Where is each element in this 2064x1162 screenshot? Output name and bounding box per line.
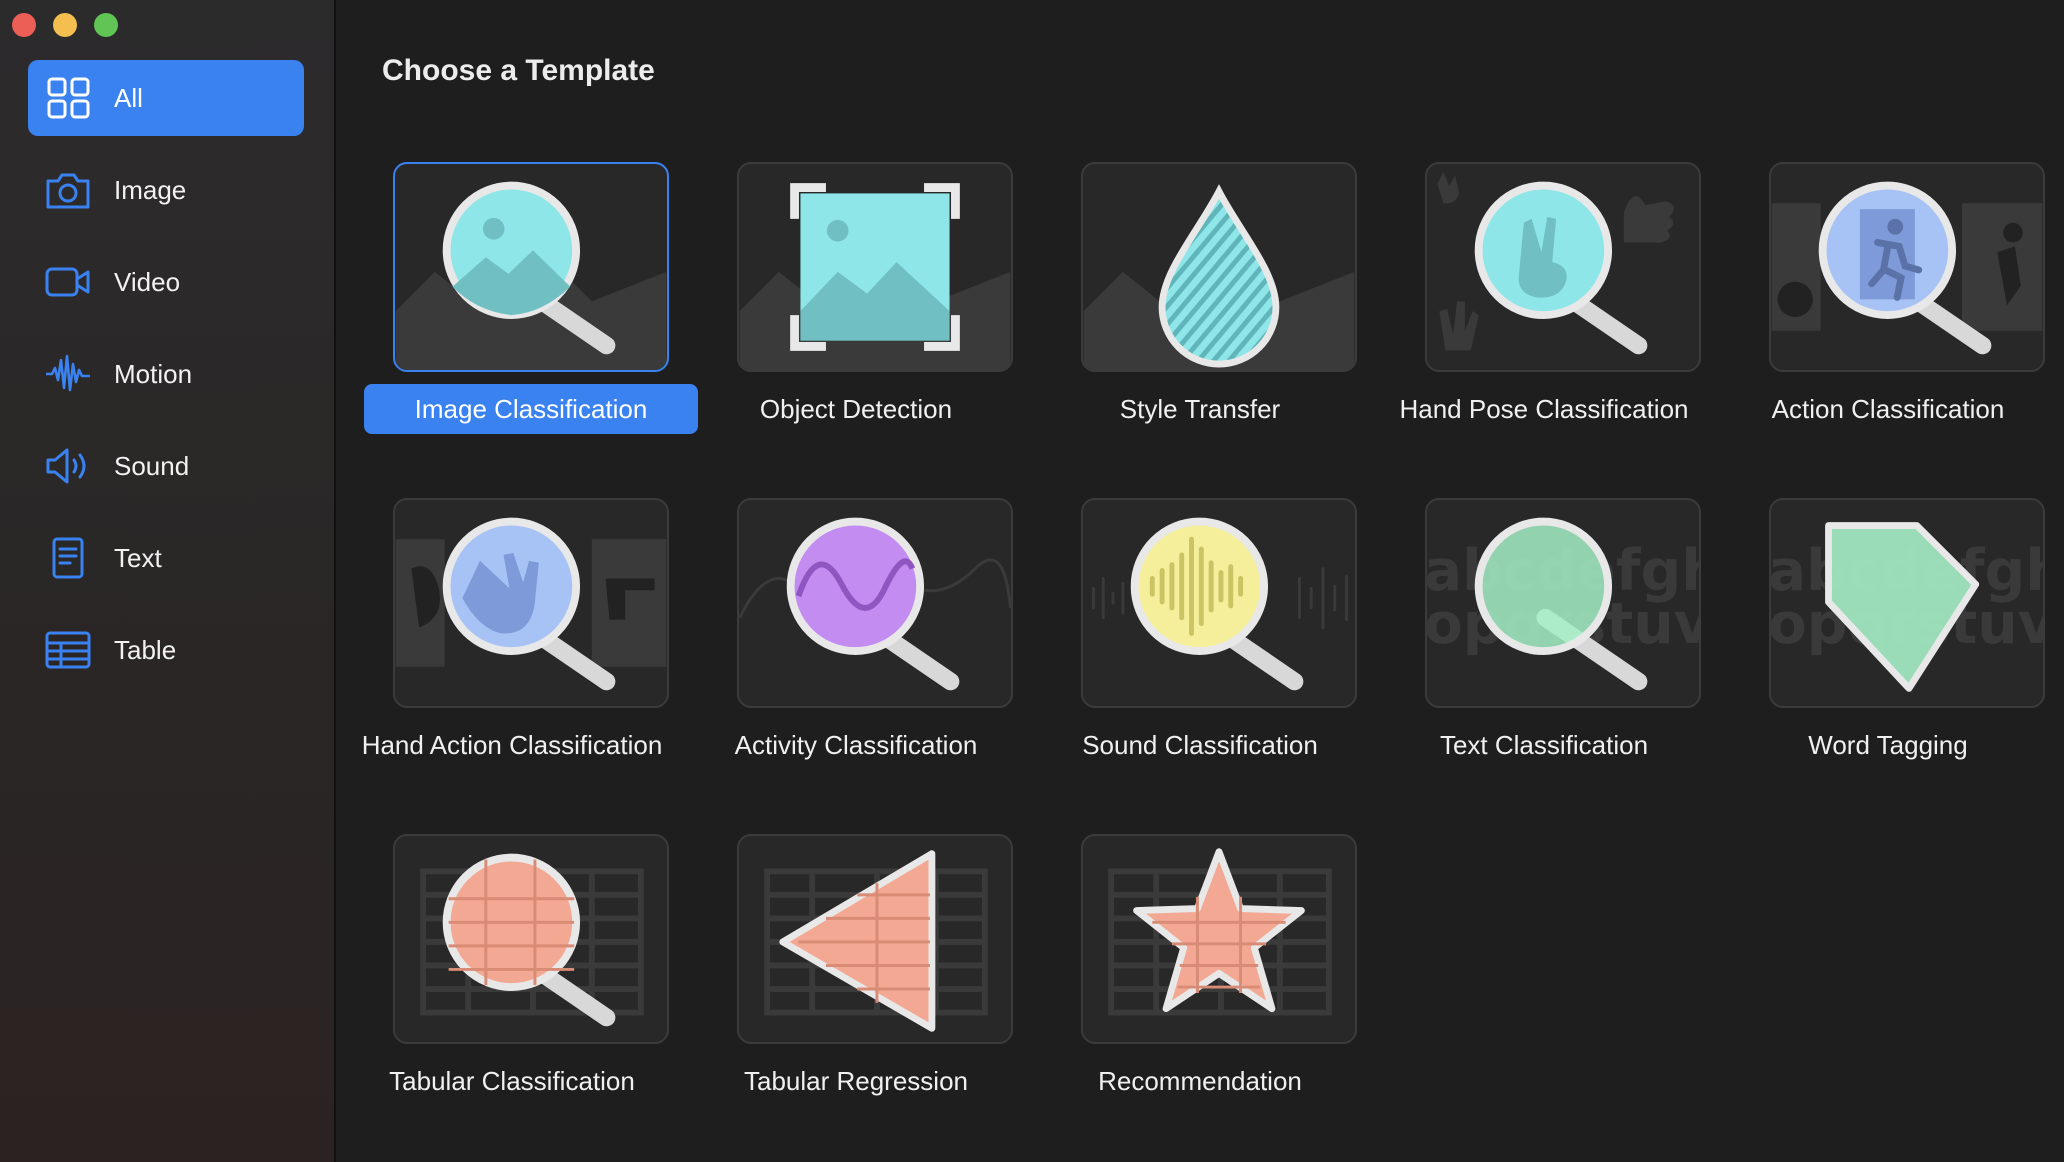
waveform-icon	[42, 352, 94, 396]
template-label: Word Tagging	[1808, 730, 1968, 760]
page-title: Choose a Template	[382, 54, 655, 87]
template-action-classification[interactable]: Action Classification	[1716, 162, 2060, 424]
sidebar-item-video[interactable]: Video	[28, 244, 304, 320]
template-word-tagging[interactable]: abcdefghi opqrstuvw Word Tagging	[1716, 498, 2060, 760]
template-chooser: Choose a Template Image Classification O…	[338, 0, 2064, 1162]
template-label: Tabular Regression	[743, 1066, 968, 1096]
template-hand-action-classification[interactable]: Hand Action Classification	[340, 498, 684, 760]
sidebar-item-motion[interactable]: Motion	[28, 336, 304, 412]
template-style-transfer[interactable]: Style Transfer	[1028, 162, 1372, 424]
template-image-classification[interactable]: Image Classification	[340, 162, 698, 434]
grid-icon	[42, 76, 94, 120]
tag-icon: abcdefghi opqrstuvw	[1769, 498, 2045, 708]
sidebar-item-label: Video	[114, 266, 181, 297]
template-tabular-classification[interactable]: Tabular Classification	[340, 834, 684, 1096]
audio-waveform-magnifier-icon	[1081, 498, 1357, 708]
template-label: Tabular Classification	[389, 1066, 635, 1096]
image-frame-icon	[737, 162, 1013, 372]
sidebar-item-label: Motion	[114, 358, 193, 389]
sidebar-item-label: Sound	[114, 450, 190, 481]
zoom-window-button[interactable]	[94, 13, 118, 37]
template-label: Hand Pose Classification	[1399, 394, 1689, 424]
sine-wave-magnifier-icon	[737, 498, 1013, 708]
template-label: Text Classification	[1439, 730, 1649, 760]
template-label: Image Classification	[364, 384, 698, 434]
template-object-detection[interactable]: Object Detection	[684, 162, 1028, 424]
sidebar-item-table[interactable]: Table	[28, 612, 304, 688]
template-label: Action Classification	[1771, 394, 2005, 424]
template-label: Sound Classification	[1082, 730, 1318, 760]
sidebar-item-all[interactable]: All	[28, 60, 304, 136]
sidebar-item-image[interactable]: Image	[28, 152, 304, 228]
sidebar-item-label: All	[114, 82, 143, 113]
close-window-button[interactable]	[12, 13, 36, 37]
hand-peace-magnifier-icon	[1425, 162, 1701, 372]
speaker-icon	[42, 444, 94, 488]
video-camera-icon	[42, 260, 94, 304]
window-controls	[12, 13, 118, 37]
table-icon	[42, 628, 94, 672]
table-magnifier-icon	[393, 834, 669, 1044]
droplet-icon	[1081, 162, 1357, 372]
template-text-classification[interactable]: abcdefghi opqrstuvw Text Classification	[1372, 498, 1716, 760]
sidebar-item-text[interactable]: Text	[28, 520, 304, 596]
document-icon	[42, 536, 94, 580]
template-tabular-regression[interactable]: Tabular Regression	[684, 834, 1028, 1096]
waving-hand-magnifier-icon	[393, 498, 669, 708]
template-label: Recommendation	[1098, 1066, 1302, 1096]
sidebar-item-sound[interactable]: Sound	[28, 428, 304, 504]
sidebar-item-label: Text	[114, 542, 162, 573]
running-figure-magnifier-icon	[1769, 162, 2045, 372]
template-label: Style Transfer	[1119, 394, 1281, 424]
sidebar-nav: All Image Video Motion Sound Text Table	[28, 60, 304, 704]
template-label: Activity Classification	[734, 730, 978, 760]
minimize-window-button[interactable]	[53, 13, 77, 37]
text-magnifier-icon: abcdefghi opqrstuvw	[1425, 498, 1701, 708]
template-sound-classification[interactable]: Sound Classification	[1028, 498, 1372, 760]
image-magnifier-icon	[393, 162, 669, 372]
template-recommendation[interactable]: Recommendation	[1028, 834, 1372, 1096]
sidebar-item-label: Image	[114, 174, 187, 205]
template-hand-pose-classification[interactable]: Hand Pose Classification	[1372, 162, 1716, 424]
table-triangle-icon	[737, 834, 1013, 1044]
camera-icon	[42, 168, 94, 212]
template-activity-classification[interactable]: Activity Classification	[684, 498, 1028, 760]
sidebar: All Image Video Motion Sound Text Table	[0, 0, 336, 1162]
template-label: Object Detection	[759, 394, 953, 424]
table-star-icon	[1081, 834, 1357, 1044]
template-label: Hand Action Classification	[361, 730, 663, 760]
sidebar-item-label: Table	[114, 634, 177, 665]
